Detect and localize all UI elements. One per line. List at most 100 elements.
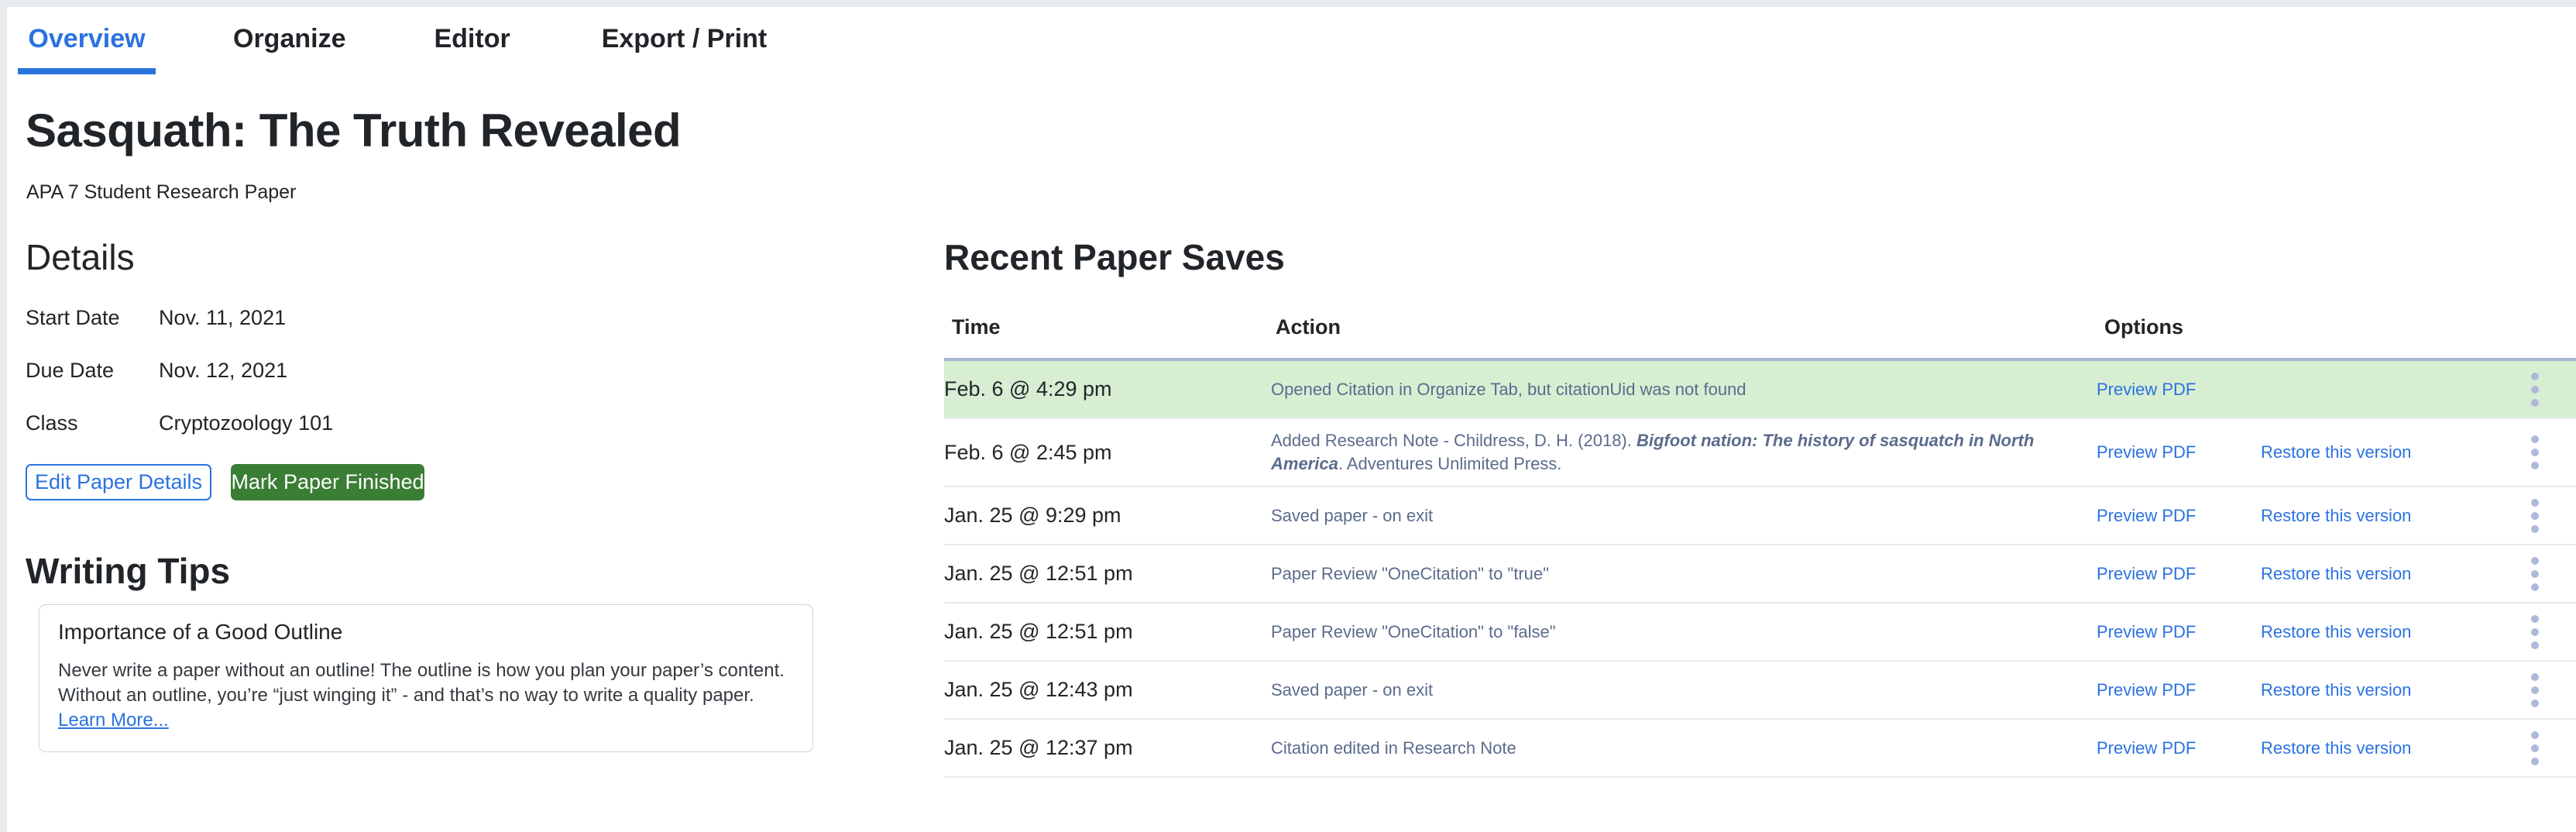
table-row: Jan. 25 @ 12:51 pmPaper Review "OneCitat…	[944, 545, 2576, 603]
page-container: Overview Organize Editor Export / Print …	[7, 7, 2576, 832]
window-top-strip	[0, 0, 2576, 7]
options-wrapper: Preview PDFRestore this version	[2097, 731, 2561, 765]
left-column: Details Start Date Nov. 11, 2021 Due Dat…	[26, 239, 901, 752]
restore-this-version-link[interactable]: Restore this version	[2261, 506, 2454, 526]
main-tab-bar: Overview Organize Editor Export / Print	[7, 7, 2576, 77]
cell-action: Citation edited in Research Note	[1271, 719, 2097, 777]
restore-this-version-link[interactable]: Restore this version	[2261, 738, 2454, 758]
cell-options: Preview PDFRestore this version	[2097, 603, 2576, 661]
kebab-dot	[2531, 615, 2539, 623]
window-left-strip	[0, 7, 7, 832]
more-options-icon[interactable]	[2531, 373, 2539, 407]
more-options-icon[interactable]	[2531, 615, 2539, 649]
tab-export-print[interactable]: Export / Print	[602, 7, 767, 74]
cell-options: Preview PDF	[2097, 359, 2576, 418]
column-header-options: Options	[2097, 315, 2576, 359]
detail-row-class: Class Cryptozoology 101	[26, 411, 901, 435]
kebab-dot	[2531, 744, 2539, 752]
options-wrapper: Preview PDF	[2097, 373, 2561, 407]
tab-editor[interactable]: Editor	[434, 7, 510, 74]
kebab-dot	[2531, 731, 2539, 739]
cell-options: Preview PDFRestore this version	[2097, 661, 2576, 719]
detail-value: Nov. 11, 2021	[159, 306, 286, 330]
cell-options: Preview PDFRestore this version	[2097, 486, 2576, 545]
cell-options: Preview PDFRestore this version	[2097, 418, 2576, 486]
detail-label: Due Date	[26, 359, 159, 383]
column-header-time: Time	[944, 315, 1271, 359]
kebab-dot	[2531, 373, 2539, 380]
learn-more-link[interactable]: Learn More...	[58, 710, 169, 731]
details-heading: Details	[26, 239, 901, 275]
more-options-icon[interactable]	[2531, 499, 2539, 533]
table-row: Jan. 25 @ 12:37 pmCitation edited in Res…	[944, 719, 2576, 777]
detail-label: Class	[26, 411, 159, 435]
writing-tip-body: Never write a paper without an outline! …	[58, 658, 794, 733]
restore-this-version-link[interactable]: Restore this version	[2261, 442, 2454, 462]
recent-saves-table-head: Time Action Options	[944, 315, 2576, 359]
cell-action: Paper Review "OneCitation" to "false"	[1271, 603, 2097, 661]
kebab-dot	[2531, 399, 2539, 407]
page-subtitle: APA 7 Student Research Paper	[26, 181, 296, 204]
options-wrapper: Preview PDFRestore this version	[2097, 435, 2561, 469]
kebab-dot	[2531, 557, 2539, 565]
detail-value: Cryptozoology 101	[159, 411, 333, 435]
more-options-icon[interactable]	[2531, 731, 2539, 765]
cell-time: Jan. 25 @ 12:51 pm	[944, 545, 1271, 603]
cell-time: Feb. 6 @ 4:29 pm	[944, 359, 1271, 418]
writing-tip-title: Importance of a Good Outline	[58, 620, 794, 645]
tab-overview[interactable]: Overview	[18, 7, 156, 74]
recent-saves-heading: Recent Paper Saves	[944, 239, 2559, 275]
table-header-row: Time Action Options	[944, 315, 2576, 359]
cell-action: Saved paper - on exit	[1271, 486, 2097, 545]
writing-tip-card: Importance of a Good Outline Never write…	[39, 604, 813, 752]
detail-row-due-date: Due Date Nov. 12, 2021	[26, 359, 901, 383]
table-row: Jan. 25 @ 9:29 pmSaved paper - on exitPr…	[944, 486, 2576, 545]
kebab-dot	[2531, 758, 2539, 765]
kebab-dot	[2531, 435, 2539, 443]
cell-options: Preview PDFRestore this version	[2097, 719, 2576, 777]
kebab-dot	[2531, 386, 2539, 394]
restore-this-version-link[interactable]: Restore this version	[2261, 622, 2454, 642]
cell-time: Jan. 25 @ 12:51 pm	[944, 603, 1271, 661]
cell-time: Feb. 6 @ 2:45 pm	[944, 418, 1271, 486]
detail-row-start-date: Start Date Nov. 11, 2021	[26, 306, 901, 330]
page-title: Sasquath: The Truth Revealed	[26, 104, 681, 157]
cell-action: Added Research Note - Childress, D. H. (…	[1271, 418, 2097, 486]
options-wrapper: Preview PDFRestore this version	[2097, 557, 2561, 591]
preview-pdf-link[interactable]: Preview PDF	[2097, 680, 2261, 700]
details-action-buttons: Edit Paper Details Mark Paper Finished	[26, 464, 901, 500]
tab-organize[interactable]: Organize	[233, 7, 345, 74]
cell-time: Jan. 25 @ 12:37 pm	[944, 719, 1271, 777]
cell-time: Jan. 25 @ 12:43 pm	[944, 661, 1271, 719]
options-wrapper: Preview PDFRestore this version	[2097, 499, 2561, 533]
kebab-dot	[2531, 570, 2539, 578]
more-options-icon[interactable]	[2531, 435, 2539, 469]
tab-export-print-label: Export / Print	[602, 24, 767, 53]
restore-this-version-link[interactable]: Restore this version	[2261, 564, 2454, 584]
preview-pdf-link[interactable]: Preview PDF	[2097, 442, 2261, 462]
edit-paper-details-button[interactable]: Edit Paper Details	[26, 464, 211, 500]
options-wrapper: Preview PDFRestore this version	[2097, 615, 2561, 649]
mark-paper-finished-button[interactable]: Mark Paper Finished	[231, 464, 424, 500]
more-options-icon[interactable]	[2531, 557, 2539, 591]
more-options-icon[interactable]	[2531, 673, 2539, 707]
preview-pdf-link[interactable]: Preview PDF	[2097, 380, 2261, 400]
tab-editor-label: Editor	[434, 24, 510, 53]
cell-action: Saved paper - on exit	[1271, 661, 2097, 719]
kebab-dot	[2531, 499, 2539, 507]
preview-pdf-link[interactable]: Preview PDF	[2097, 738, 2261, 758]
kebab-dot	[2531, 700, 2539, 707]
kebab-dot	[2531, 583, 2539, 591]
column-header-action: Action	[1271, 315, 2097, 359]
restore-this-version-link[interactable]: Restore this version	[2261, 680, 2454, 700]
kebab-dot	[2531, 628, 2539, 636]
tab-overview-label: Overview	[28, 24, 145, 53]
preview-pdf-link[interactable]: Preview PDF	[2097, 506, 2261, 526]
kebab-dot	[2531, 462, 2539, 469]
kebab-dot	[2531, 673, 2539, 681]
kebab-dot	[2531, 525, 2539, 533]
preview-pdf-link[interactable]: Preview PDF	[2097, 564, 2261, 584]
preview-pdf-link[interactable]: Preview PDF	[2097, 622, 2261, 642]
recent-saves-table-body: Feb. 6 @ 4:29 pmOpened Citation in Organ…	[944, 359, 2576, 777]
detail-value: Nov. 12, 2021	[159, 359, 287, 383]
